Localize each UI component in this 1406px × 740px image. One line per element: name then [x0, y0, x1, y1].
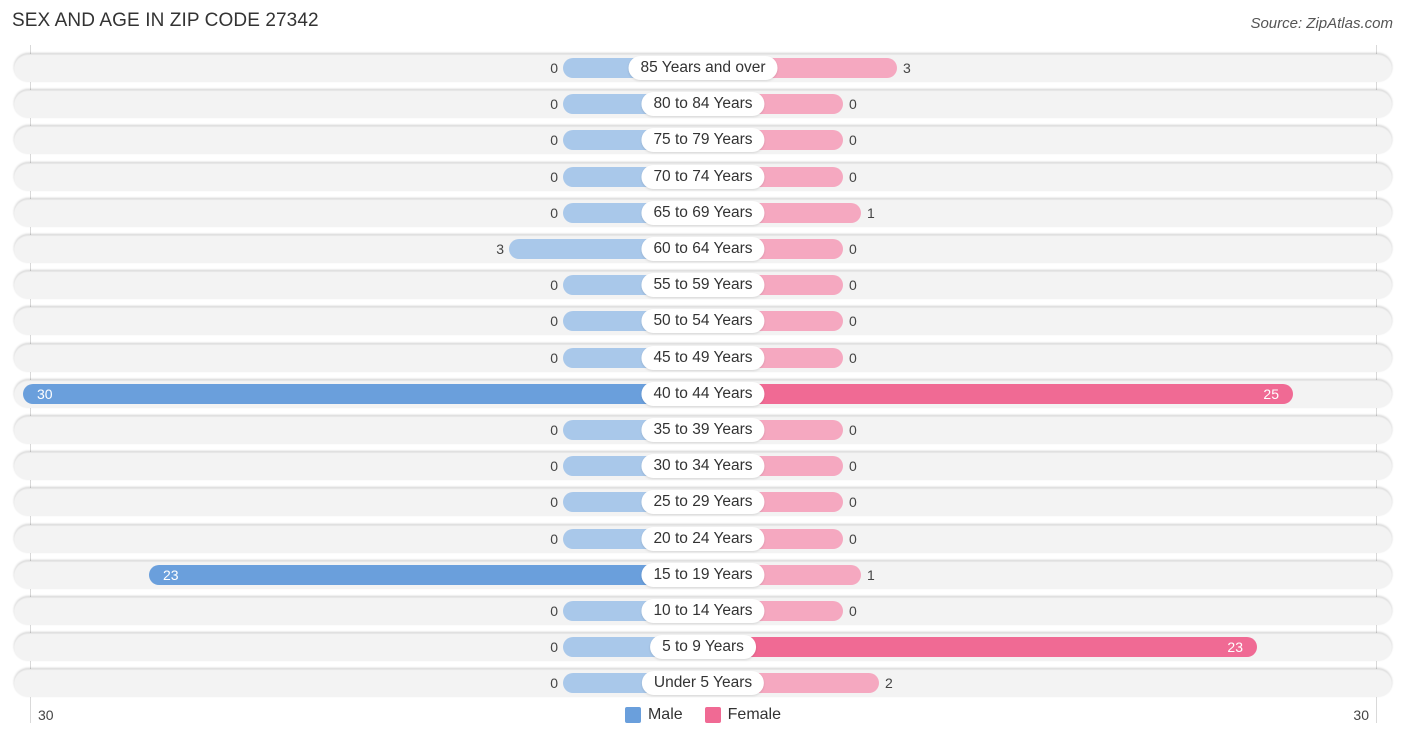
value-label-female: 0 [849, 458, 857, 475]
value-label-female: 0 [849, 349, 857, 366]
value-label-male: 0 [550, 494, 558, 511]
value-label-male: 0 [550, 349, 558, 366]
legend-item-female[interactable]: Female [704, 705, 782, 725]
value-label-female: 0 [849, 277, 857, 294]
age-group-label: 5 to 9 Years [650, 635, 756, 660]
age-group-label: 40 to 44 Years [641, 381, 765, 406]
legend: Male Female [0, 705, 1406, 725]
age-group-label: 85 Years and over [628, 56, 778, 80]
value-label-female: 2 [885, 675, 893, 692]
bar-female[interactable] [703, 383, 1293, 404]
age-group-label: 60 to 64 Years [641, 237, 765, 261]
value-label-female: 25 [1263, 385, 1279, 402]
bar-male[interactable] [149, 564, 703, 585]
value-label-female: 0 [849, 313, 857, 330]
value-label-female: 0 [849, 96, 857, 113]
value-label-male: 0 [550, 96, 558, 113]
value-label-male: 0 [550, 603, 558, 619]
legend-item-male[interactable]: Male [624, 705, 683, 725]
bar-male[interactable] [23, 383, 703, 404]
value-label-male: 0 [550, 313, 558, 330]
value-label-male: 30 [37, 385, 53, 402]
value-label-female: 23 [1227, 639, 1243, 656]
age-group-label: 30 to 34 Years [641, 454, 765, 479]
value-label-female: 0 [849, 132, 857, 149]
age-group-label: 45 to 49 Years [641, 345, 765, 370]
value-label-male: 0 [550, 458, 558, 475]
age-group-label: Under 5 Years [641, 671, 765, 696]
value-label-male: 0 [550, 639, 558, 656]
value-label-male: 23 [163, 566, 179, 583]
value-label-female: 0 [849, 422, 857, 438]
value-label-male: 0 [550, 60, 558, 76]
value-label-male: 0 [550, 530, 558, 547]
value-label-female: 1 [867, 204, 875, 221]
age-group-label: 50 to 54 Years [641, 309, 765, 334]
legend-label-male: Male [647, 706, 683, 723]
value-label-female: 0 [849, 241, 857, 257]
age-group-label: 55 to 59 Years [641, 273, 765, 298]
value-label-male: 0 [550, 422, 558, 438]
legend-label-female: Female [727, 706, 782, 723]
value-label-male: 0 [550, 277, 558, 294]
value-label-male: 3 [496, 241, 504, 257]
age-group-label: 20 to 24 Years [641, 526, 765, 551]
age-group-label: 80 to 84 Years [641, 92, 765, 117]
value-label-male: 0 [550, 204, 558, 221]
age-group-label: 25 to 29 Years [641, 490, 765, 515]
bar-female[interactable] [703, 637, 1257, 658]
legend-swatch-female [704, 707, 721, 723]
value-label-male: 0 [550, 168, 558, 185]
source-label: Source: ZipAtlas.com [1250, 15, 1393, 32]
value-label-female: 0 [849, 494, 857, 511]
legend-swatch-male [624, 707, 641, 723]
value-label-female: 0 [849, 168, 857, 185]
age-group-label: 35 to 39 Years [641, 418, 765, 442]
age-group-label: 15 to 19 Years [641, 562, 765, 587]
value-label-male: 0 [550, 132, 558, 149]
value-label-female: 3 [903, 60, 911, 76]
age-group-label: 70 to 74 Years [641, 164, 765, 189]
value-label-male: 0 [550, 675, 558, 692]
age-group-label: 10 to 14 Years [641, 599, 765, 623]
age-group-label: 75 to 79 Years [641, 128, 765, 153]
chart-title: SEX AND AGE IN ZIP CODE 27342 [12, 10, 319, 31]
age-group-label: 65 to 69 Years [641, 200, 765, 225]
value-label-female: 0 [849, 530, 857, 547]
value-label-female: 0 [849, 603, 857, 619]
value-label-female: 1 [867, 566, 875, 583]
